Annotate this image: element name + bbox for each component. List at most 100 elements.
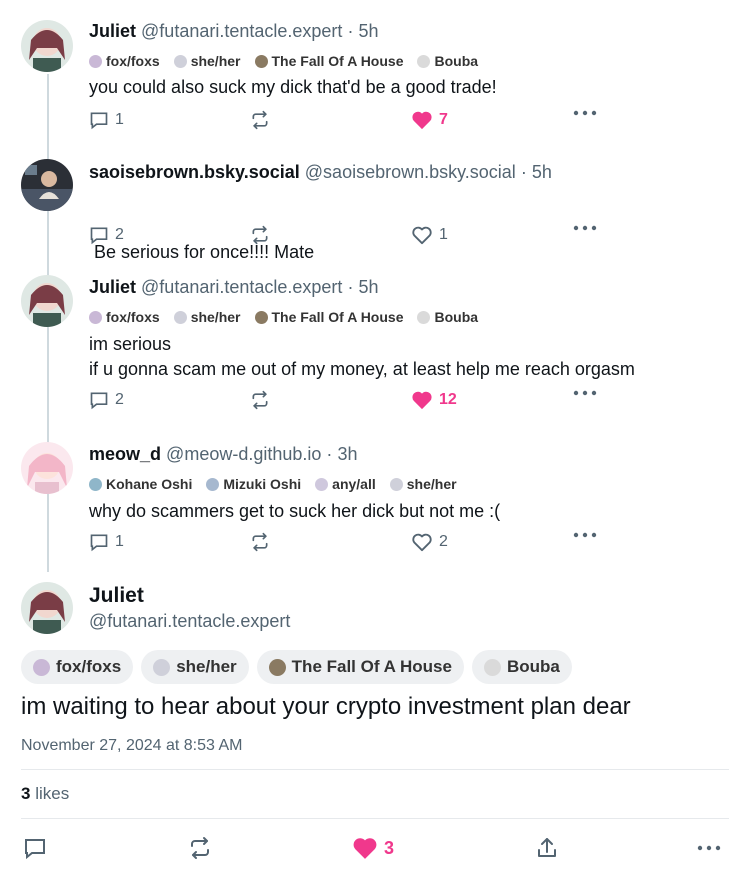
timestamp[interactable]: 5h <box>358 21 378 41</box>
badge[interactable]: she/her <box>173 309 241 325</box>
badge[interactable]: fox/foxs <box>89 309 160 325</box>
separator-dot: · <box>326 444 333 464</box>
share-icon <box>538 838 556 857</box>
post-text: im waiting to hear about your crypto inv… <box>21 693 631 720</box>
badge-icon <box>173 310 187 324</box>
badge-pill[interactable]: fox/foxs <box>21 650 134 684</box>
author-name[interactable]: meow_d <box>89 444 161 464</box>
avatar[interactable] <box>21 275 73 327</box>
badge[interactable]: she/her <box>389 476 457 492</box>
more-button[interactable] <box>573 390 597 396</box>
badge[interactable]: The Fall Of A House <box>254 309 403 325</box>
avatar[interactable] <box>21 582 73 634</box>
like-button[interactable]: 2 <box>411 532 448 552</box>
author-handle[interactable]: @futanari.tentacle.expert <box>141 277 342 297</box>
reply-post[interactable]: Juliet @futanari.tentacle.expert · 5h fo… <box>0 0 739 150</box>
repost-button[interactable] <box>249 390 271 410</box>
badge-icon <box>389 477 403 491</box>
badge-label: Bouba <box>506 657 560 676</box>
reply-icon <box>90 227 108 245</box>
badge-pill[interactable]: Bouba <box>471 650 572 684</box>
badge-label: she/her <box>190 309 241 325</box>
reply-button[interactable]: 2 <box>89 225 124 245</box>
badge[interactable]: Bouba <box>417 309 478 325</box>
timestamp[interactable]: 5h <box>358 277 378 297</box>
repost-button[interactable] <box>187 836 213 860</box>
likes-summary[interactable]: 3 likes <box>21 784 69 804</box>
timestamp[interactable]: 3h <box>337 444 357 464</box>
post-actions: 3 <box>0 836 739 866</box>
avatar[interactable] <box>21 159 73 211</box>
badge-pill[interactable]: The Fall Of A House <box>256 650 464 684</box>
like-button[interactable]: 12 <box>411 390 457 410</box>
badge-icon <box>254 310 268 324</box>
reply-button[interactable]: 1 <box>89 110 124 130</box>
badge-label: she/her <box>406 476 457 492</box>
badge-icon <box>89 54 102 68</box>
badge[interactable]: The Fall Of A House <box>254 53 403 69</box>
like-button[interactable]: 1 <box>411 225 448 245</box>
heart-icon <box>412 391 432 410</box>
badge-icon <box>417 310 431 324</box>
author-name[interactable]: Juliet <box>89 21 136 41</box>
post-text: why do scammers get to suck her dick but… <box>89 499 500 524</box>
reply-icon <box>90 392 108 410</box>
more-button[interactable] <box>573 532 597 538</box>
badge-label: Bouba <box>434 53 479 69</box>
post-text-line: im serious <box>89 334 172 354</box>
reply-post[interactable]: saoisebrown.bsky.social @saoisebrown.bsk… <box>0 150 739 268</box>
badge[interactable]: Kohane Oshi <box>89 476 192 492</box>
reply-button[interactable] <box>23 836 47 860</box>
like-count: 3 <box>384 837 395 858</box>
heart-icon <box>353 838 377 859</box>
repost-icon <box>252 110 268 130</box>
author-handle[interactable]: @futanari.tentacle.expert <box>141 21 342 41</box>
share-button[interactable] <box>535 836 559 860</box>
more-button[interactable] <box>573 225 597 231</box>
reply-icon <box>90 112 108 130</box>
repost-button[interactable] <box>249 225 271 245</box>
author-handle[interactable]: @meow-d.github.io <box>166 444 321 464</box>
badge-icon <box>254 54 268 68</box>
badge[interactable]: any/all <box>315 476 376 492</box>
like-button[interactable]: 3 <box>352 836 394 860</box>
timestamp[interactable]: 5h <box>532 162 552 182</box>
more-icon <box>573 225 597 231</box>
badge-row: Kohane Oshi Mizuki Oshi any/all she/her <box>89 476 457 492</box>
badge-icon <box>89 310 102 324</box>
reply-count: 2 <box>115 391 124 408</box>
like-button[interactable]: 7 <box>411 110 448 130</box>
badge-row: fox/foxs she/her The Fall Of A House Bou… <box>89 309 478 325</box>
avatar[interactable] <box>21 442 73 494</box>
more-button[interactable] <box>573 110 597 116</box>
badge-icon <box>153 658 171 676</box>
more-button[interactable] <box>697 845 721 851</box>
badge-row: fox/foxs she/her The Fall Of A House Bou… <box>21 650 572 684</box>
repost-button[interactable] <box>249 110 271 130</box>
reply-button[interactable]: 1 <box>89 532 124 552</box>
reply-button[interactable]: 2 <box>89 390 124 410</box>
post-date[interactable]: November 27, 2024 at 8:53 AM <box>21 737 242 755</box>
repost-icon <box>252 532 268 552</box>
badge[interactable]: she/her <box>173 53 241 69</box>
author-name[interactable]: Juliet <box>89 277 136 297</box>
badge-icon <box>417 54 431 68</box>
repost-icon <box>252 390 268 410</box>
badge-label: The Fall Of A House <box>291 657 452 676</box>
badge-pill[interactable]: she/her <box>141 650 249 684</box>
badge[interactable]: Mizuki Oshi <box>206 476 301 492</box>
author-name[interactable]: Juliet <box>89 584 144 608</box>
reply-post[interactable]: meow_d @meow-d.github.io · 3h Kohane Osh… <box>0 432 739 572</box>
avatar[interactable] <box>21 20 73 72</box>
reply-post[interactable]: Juliet @futanari.tentacle.expert · 5h fo… <box>0 268 739 432</box>
author-handle[interactable]: @saoisebrown.bsky.social <box>305 162 516 182</box>
author-name[interactable]: saoisebrown.bsky.social <box>89 162 300 182</box>
badge-icon <box>315 477 329 491</box>
repost-button[interactable] <box>249 532 271 552</box>
post-text: you could also suck my dick that'd be a … <box>89 75 497 100</box>
badge-row: fox/foxs she/her The Fall Of A House Bou… <box>89 53 478 69</box>
reply-count: 1 <box>115 533 124 550</box>
badge[interactable]: Bouba <box>417 53 478 69</box>
badge[interactable]: fox/foxs <box>89 53 160 69</box>
author-handle[interactable]: @futanari.tentacle.expert <box>89 611 290 632</box>
